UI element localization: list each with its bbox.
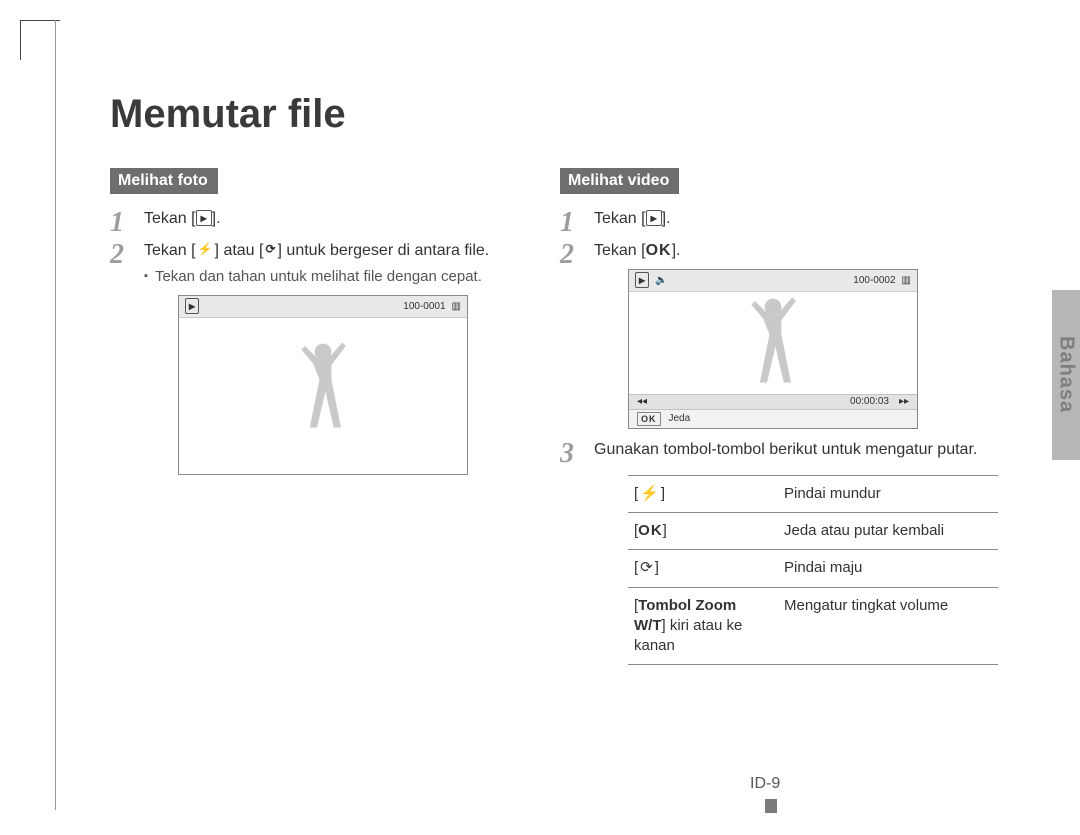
play-icon: ▸	[185, 298, 199, 314]
language-side-tab: Bahasa	[1052, 290, 1080, 460]
page-title: Memutar file	[110, 92, 346, 137]
video-step-1: Tekan [▸].	[560, 208, 980, 230]
person-silhouette	[283, 334, 363, 454]
photo-preview-screenshot: ▸ 100-0001 ▥	[178, 295, 468, 475]
battery-icon: ▥	[452, 300, 461, 314]
section-header-videos: Melihat video	[560, 168, 679, 194]
speaker-icon: 🔈	[655, 274, 667, 288]
timer-icon: ⟳	[263, 242, 277, 256]
page-fold-line	[55, 20, 56, 810]
video-preview-screenshot: ▸ 🔈 100-0002 ▥ ◂◂ 00:00:03 ▸▸ OK	[628, 269, 918, 429]
person-silhouette	[733, 289, 813, 409]
ok-icon: OK	[638, 522, 663, 539]
flash-icon: ⚡	[638, 485, 661, 502]
battery-icon: ▥	[902, 274, 911, 288]
flash-icon: ⚡	[196, 242, 215, 256]
controls-table: [⚡] Pindai mundur [OK] Jeda atau putar k…	[628, 475, 998, 666]
page-number-tab	[765, 799, 777, 813]
play-icon: ▸	[635, 272, 649, 288]
video-step-3: Gunakan tombol-tombol berikut untuk meng…	[560, 439, 980, 665]
table-row: [OK] Jeda atau putar kembali	[628, 513, 998, 550]
crop-mark	[20, 20, 60, 60]
section-header-photos: Melihat foto	[110, 168, 218, 194]
playback-time: 00:00:03	[850, 395, 889, 409]
ok-icon: OK	[637, 412, 661, 426]
table-row: [Tombol Zoom W/T] kiri atau ke kanan Men…	[628, 587, 998, 665]
file-counter: 100-0002	[853, 274, 895, 288]
timer-icon: ⟳	[638, 559, 655, 576]
section-photos: Melihat foto Tekan [▸]. Tekan [⚡] atau […	[110, 168, 530, 485]
rewind-icon: ◂◂	[637, 395, 647, 409]
play-icon: ▸	[196, 210, 212, 226]
table-row: [⚡] Pindai mundur	[628, 475, 998, 512]
play-icon: ▸	[646, 210, 662, 226]
file-counter: 100-0001	[403, 300, 445, 314]
table-row: [⟳] Pindai maju	[628, 550, 998, 587]
photo-step-2: Tekan [⚡] atau [⟳] untuk bergeser di ant…	[110, 240, 530, 476]
photo-step-1: Tekan [▸].	[110, 208, 530, 230]
forward-icon: ▸▸	[899, 395, 909, 409]
side-tab-label: Bahasa	[1055, 336, 1078, 413]
video-step-2: Tekan [OK]. ▸ 🔈 100-0002 ▥ ◂◂ 00:00:03 ▸…	[560, 240, 980, 430]
pause-label: Jeda	[669, 412, 691, 426]
photo-step-2-note: Tekan dan tahan untuk melihat file denga…	[144, 267, 530, 287]
section-videos: Melihat video Tekan [▸]. Tekan [OK]. ▸ 🔈…	[560, 168, 980, 675]
page-number: ID-9	[750, 775, 780, 793]
